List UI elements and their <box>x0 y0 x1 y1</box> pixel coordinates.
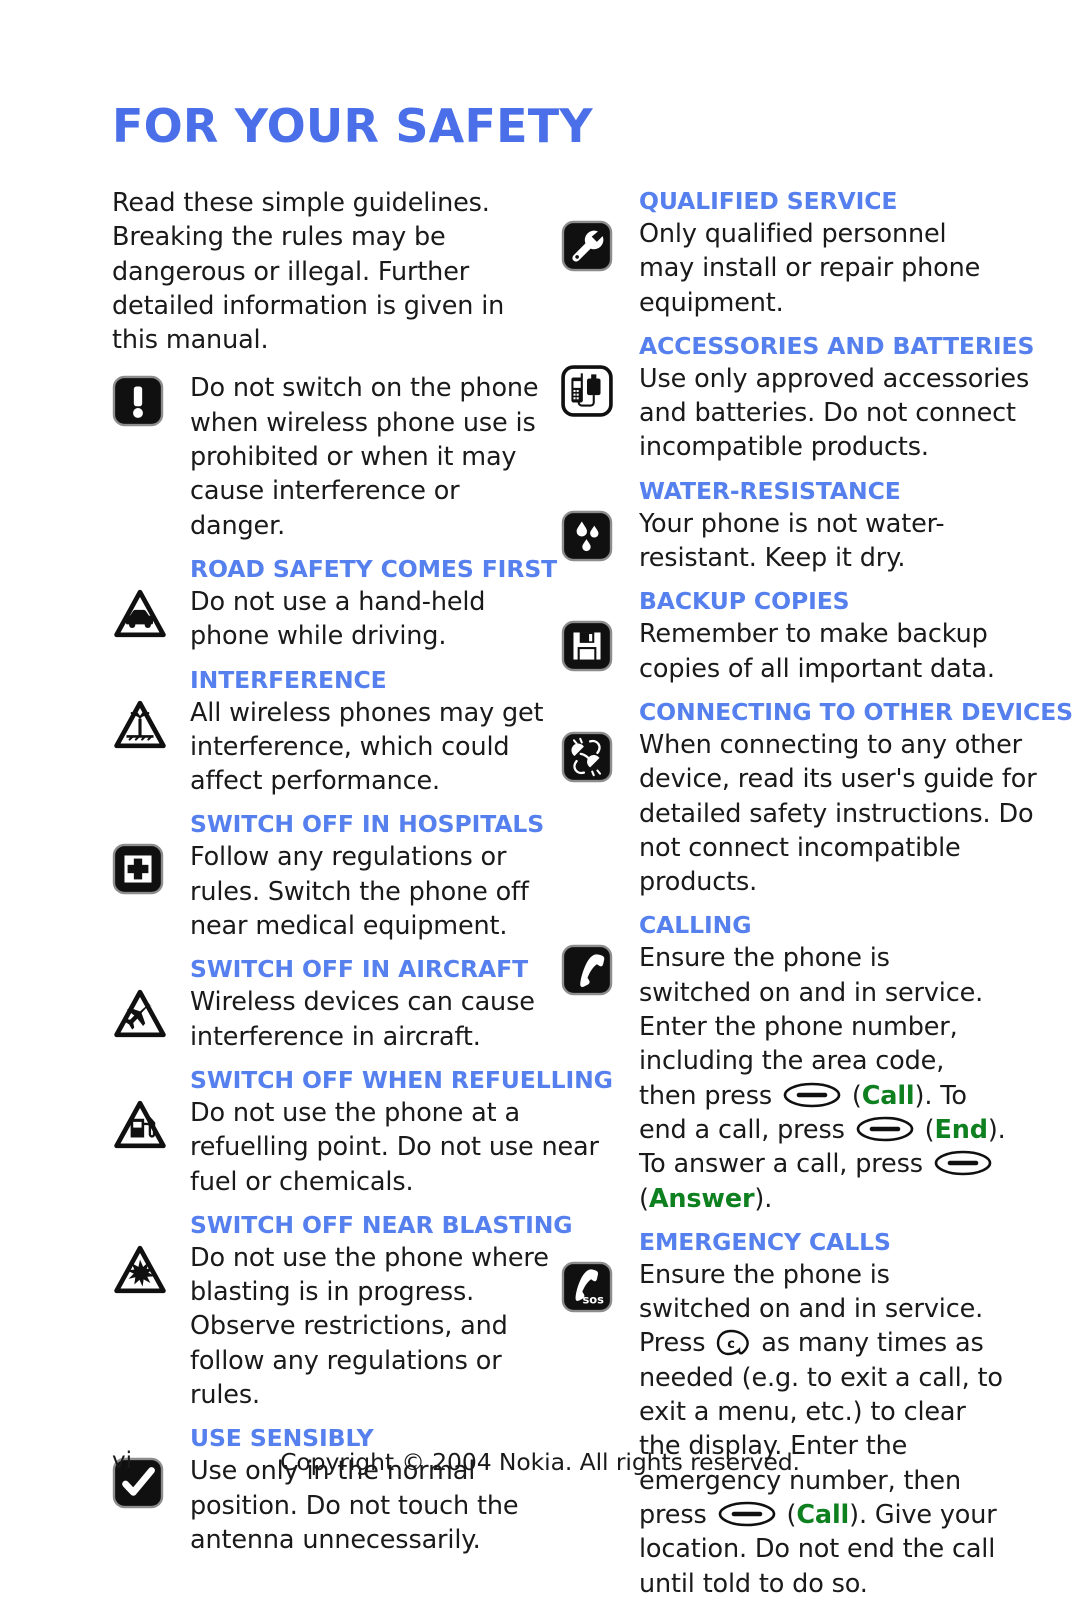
manual-page: FOR YOUR SAFETY Read these simple guidel… <box>0 0 1080 1599</box>
svg-text:sos: sos <box>582 1292 604 1306</box>
right-column: QUALIFIED SERVICE Only qualified personne… <box>561 186 1073 1612</box>
safety-entry-heading: CONNECTING TO OTHER DEVICES <box>639 697 1073 726</box>
safety-entry-heading: SWITCH OFF WHEN REFUELLING <box>190 1065 613 1094</box>
safety-entry-text: Do not use a hand-held phone while drivi… <box>190 586 486 652</box>
safety-entry: SWITCH OFF WHEN REFUELLING Do not use the… <box>112 1065 613 1199</box>
call-key-glyph <box>783 1082 841 1107</box>
safety-entry-text: Use only approved accessories and batter… <box>639 363 1030 463</box>
safety-entry-body: SWITCH OFF NEAR BLASTING Do not use the p… <box>190 1210 573 1412</box>
safety-entry-body: Do not switch on the phone when wireless… <box>190 371 552 542</box>
call-key-glyph <box>934 1150 992 1176</box>
softkey-label: Call <box>861 1080 915 1111</box>
call-key-glyph <box>718 1501 776 1527</box>
safety-entry: SWITCH OFF IN AIRCRAFT Wireless devices c… <box>112 954 552 1054</box>
safety-entry-text: Do not use the phone where blasting is i… <box>190 1242 549 1411</box>
connector-plugs-icon <box>561 697 639 783</box>
hospital-cross-icon <box>112 809 190 895</box>
road-safety-car-triangle-icon <box>112 554 190 640</box>
safety-entry: SWITCH OFF IN HOSPITALS Follow any regula… <box>112 809 552 943</box>
safety-entry-heading: SWITCH OFF IN HOSPITALS <box>190 810 545 839</box>
safety-entry-text: Ensure the phone is switched on and in s… <box>639 1259 1003 1599</box>
softkey-label: End <box>934 1114 988 1145</box>
safety-entry-body: USE SENSIBLY Use only in the normal posit… <box>190 1423 552 1557</box>
safety-entry-body: ACCESSORIES AND BATTERIES Use only approv… <box>639 331 1034 465</box>
wrench-service-icon <box>561 186 639 272</box>
safety-entry-heading: SWITCH OFF IN AIRCRAFT <box>190 955 529 984</box>
safety-entry-heading: BACKUP COPIES <box>639 587 850 616</box>
clear-key-glyph: c <box>716 1329 750 1356</box>
safety-entry-body: EMERGENCY CALLS Ensure the phone is switc… <box>639 1227 1009 1601</box>
safety-entry-heading: EMERGENCY CALLS <box>639 1227 891 1256</box>
call-key-glyph <box>856 1116 914 1142</box>
softkey-label: Answer <box>648 1183 755 1214</box>
page-title: FOR YOUR SAFETY <box>112 98 593 153</box>
blasting-explosion-triangle-icon <box>112 1210 190 1296</box>
footer-copyright: Copyright © 2004 Nokia. All rights reser… <box>280 1448 800 1476</box>
two-column-layout: Read these simple guidelines. Breaking t… <box>0 186 1080 1612</box>
exclamation-warning-icon <box>112 371 190 427</box>
phone-handset-icon <box>561 910 639 996</box>
water-drops-icon <box>561 476 639 562</box>
safety-entry: BACKUP COPIES Remember to make backup cop… <box>561 586 1009 686</box>
safety-entry-heading: ACCESSORIES AND BATTERIES <box>639 331 1035 360</box>
call-key-glyph <box>934 1150 992 1176</box>
page-footer: vi Copyright © 2004 Nokia. All rights re… <box>0 1448 1080 1488</box>
safety-entry: CALLING Ensure the phone is switched on a… <box>561 910 1009 1215</box>
emergency-sos-icon: sos <box>561 1227 639 1313</box>
safety-entry-text: Do not use the phone at a refuelling poi… <box>190 1097 599 1197</box>
safety-entry-text: Only qualified personnel may install or … <box>639 219 981 318</box>
safety-entry: SWITCH OFF NEAR BLASTING Do not use the p… <box>112 1210 573 1412</box>
accessories-battery-icon <box>561 331 639 417</box>
right-entry-list: QUALIFIED SERVICE Only qualified personne… <box>561 186 1073 1601</box>
safety-entry-text: Wireless devices can cause interference … <box>190 987 535 1052</box>
clear-key-glyph: c <box>717 1330 750 1356</box>
safety-entry-heading: WATER-RESISTANCE <box>639 476 901 505</box>
safety-entry: sos EMERGENCY CALLS Ensure the phone is sw… <box>561 1227 1009 1601</box>
left-column: Read these simple guidelines. Breaking t… <box>112 186 613 1612</box>
safety-entry: INTERFERENCE All wireless phones may get … <box>112 665 552 799</box>
floppy-disk-backup-icon <box>561 586 639 672</box>
safety-entry-body: WATER-RESISTANCE Your phone is not water-… <box>639 476 1009 576</box>
safety-entry-text: Your phone is not water-resistant. Keep … <box>639 508 945 574</box>
safety-entry-text: Ensure the phone is switched on and in s… <box>639 943 1006 1214</box>
fuel-pump-triangle-icon <box>112 1065 190 1151</box>
left-entry-list: Do not switch on the phone when wireless… <box>112 371 613 1557</box>
safety-entry-heading: SWITCH OFF NEAR BLASTING <box>190 1210 573 1239</box>
safety-entry-body: ROAD SAFETY COMES FIRST Do not use a hand… <box>190 554 557 654</box>
safety-entry-body: CALLING Ensure the phone is switched on a… <box>639 910 1009 1215</box>
call-key-glyph <box>718 1501 775 1527</box>
safety-entry-body: QUALIFIED SERVICE Only qualified personne… <box>639 186 1009 320</box>
svg-text:c: c <box>728 1337 736 1352</box>
safety-entry: CONNECTING TO OTHER DEVICES When connecti… <box>561 697 1073 899</box>
safety-entry-body: CONNECTING TO OTHER DEVICES When connecti… <box>639 697 1073 899</box>
safety-entry-body: INTERFERENCE All wireless phones may get … <box>190 665 552 799</box>
safety-entry-text: When connecting to any other device, rea… <box>639 729 1037 898</box>
safety-entry: ACCESSORIES AND BATTERIES Use only approv… <box>561 331 1034 465</box>
safety-entry-body: SWITCH OFF IN HOSPITALS Follow any regula… <box>190 809 552 943</box>
safety-entry-text: Remember to make backup copies of all im… <box>639 619 995 684</box>
safety-entry-body: BACKUP COPIES Remember to make backup cop… <box>639 586 1009 686</box>
safety-entry: Do not switch on the phone when wireless… <box>112 371 552 542</box>
call-key-glyph <box>783 1082 841 1108</box>
safety-entry-heading: CALLING <box>639 911 752 940</box>
call-key-glyph <box>856 1116 913 1142</box>
safety-entry-heading: ROAD SAFETY COMES FIRST <box>190 554 558 583</box>
safety-entry-text: All wireless phones may get interference… <box>190 697 544 797</box>
safety-entry: USE SENSIBLY Use only in the normal posit… <box>112 1423 552 1557</box>
safety-entry-text: Follow any regulations or rules. Switch … <box>190 842 529 942</box>
safety-entry: ROAD SAFETY COMES FIRST Do not use a hand… <box>112 554 557 654</box>
safety-entry-body: SWITCH OFF WHEN REFUELLING Do not use the… <box>190 1065 613 1199</box>
interference-antenna-triangle-icon <box>112 665 190 751</box>
safety-entry-body: SWITCH OFF IN AIRCRAFT Wireless devices c… <box>190 954 552 1054</box>
safety-entry: QUALIFIED SERVICE Only qualified personne… <box>561 186 1009 320</box>
safety-entry-text: Do not switch on the phone when wireless… <box>190 373 539 541</box>
safety-entry-heading: INTERFERENCE <box>190 665 387 694</box>
softkey-label: Call <box>796 1499 850 1530</box>
aircraft-triangle-icon <box>112 954 190 1040</box>
intro-paragraph: Read these simple guidelines. Breaking t… <box>112 188 505 356</box>
safety-entry-heading: QUALIFIED SERVICE <box>639 187 898 215</box>
safety-entry: WATER-RESISTANCE Your phone is not water-… <box>561 476 1009 576</box>
